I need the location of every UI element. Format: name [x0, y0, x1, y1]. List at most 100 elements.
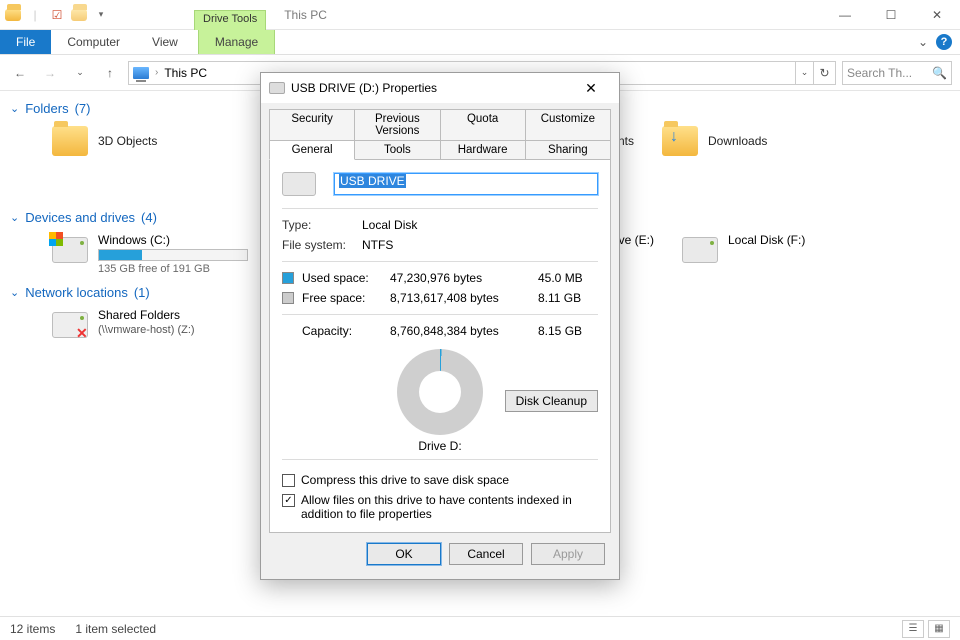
- tab-hardware[interactable]: Hardware: [440, 140, 526, 160]
- drive-icon: [52, 237, 88, 263]
- drive-name-input[interactable]: USB DRIVE: [334, 173, 598, 195]
- quick-access-toolbar: | ☑ ▾: [0, 0, 114, 29]
- search-icon: 🔍: [932, 66, 947, 80]
- folder-3d-objects[interactable]: 3D Objects: [48, 120, 258, 162]
- nav-forward-button[interactable]: →: [38, 61, 62, 85]
- breadcrumb-location[interactable]: This PC: [164, 66, 207, 80]
- group-drives-title: Devices and drives: [25, 210, 135, 225]
- tab-view[interactable]: View: [136, 30, 194, 54]
- refresh-button[interactable]: ↻: [814, 61, 836, 85]
- checkbox-checked-icon: ✓: [282, 494, 295, 507]
- disk-cleanup-button[interactable]: Disk Cleanup: [505, 390, 598, 412]
- compress-checkbox-row[interactable]: Compress this drive to save disk space: [282, 470, 598, 490]
- group-drives-count: (4): [141, 210, 157, 225]
- used-space-hr: 45.0 MB: [538, 271, 598, 285]
- ok-button[interactable]: OK: [367, 543, 441, 565]
- minimize-button[interactable]: ―: [822, 0, 868, 30]
- free-space-label: Free space:: [302, 291, 382, 305]
- ribbon-expand-toggle[interactable]: ⌄: [918, 35, 928, 49]
- drive-icon: [282, 172, 316, 196]
- collapse-icon: ⌄: [10, 211, 19, 224]
- network-label-line1: Shared Folders: [98, 308, 195, 322]
- type-label: Type:: [282, 218, 362, 232]
- index-checkbox-row[interactable]: ✓ Allow files on this drive to have cont…: [282, 490, 598, 524]
- ribbon-tabs: File Computer View Manage ⌄ ?: [0, 30, 960, 55]
- usage-bar: [98, 249, 248, 261]
- address-history-dropdown[interactable]: ⌄: [796, 61, 814, 85]
- checkbox-unchecked-icon: [282, 474, 295, 487]
- nav-up-button[interactable]: ↑: [98, 61, 122, 85]
- search-placeholder: Search Th...: [847, 66, 912, 80]
- collapse-icon: ⌄: [10, 286, 19, 299]
- status-selected-count: 1 item selected: [75, 622, 156, 636]
- view-details-button[interactable]: ☰: [902, 620, 924, 638]
- drive-icon: [269, 82, 285, 94]
- contextual-tab-drive-tools[interactable]: Drive Tools: [194, 10, 266, 30]
- explorer-icon: [4, 6, 22, 24]
- tab-previous-versions[interactable]: Previous Versions: [354, 109, 440, 141]
- disconnected-icon: ✕: [76, 326, 90, 340]
- group-folders-count: (7): [75, 101, 91, 116]
- help-icon[interactable]: ?: [936, 34, 952, 50]
- free-space-hr: 8.11 GB: [538, 291, 598, 305]
- compress-label: Compress this drive to save disk space: [301, 473, 509, 487]
- network-drive-icon: ✕: [52, 312, 88, 338]
- breadcrumb-chevron[interactable]: ›: [155, 67, 158, 78]
- search-input[interactable]: Search Th... 🔍: [842, 61, 952, 85]
- group-network-title: Network locations: [25, 285, 128, 300]
- tab-strip: Security Previous Versions Quota Customi…: [269, 109, 611, 160]
- nav-recent-dropdown[interactable]: ⌄: [68, 61, 92, 85]
- group-network-count: (1): [134, 285, 150, 300]
- cancel-button[interactable]: Cancel: [449, 543, 523, 565]
- tab-panel-general: USB DRIVE Type:Local Disk File system:NT…: [269, 160, 611, 533]
- titlebar: | ☑ ▾ Drive Tools This PC ― ☐ ✕: [0, 0, 960, 30]
- folder-icon: [662, 126, 698, 156]
- qat-customize-dropdown[interactable]: ▾: [92, 6, 110, 24]
- drive-label: Local Disk (F:): [728, 233, 805, 247]
- drive-local-f[interactable]: Local Disk (F:): [678, 229, 928, 279]
- usage-text: 135 GB free of 191 GB: [98, 263, 248, 275]
- capacity-label: Capacity:: [302, 324, 382, 338]
- maximize-button[interactable]: ☐: [868, 0, 914, 30]
- capacity-pie-chart: [397, 349, 483, 435]
- folder-downloads[interactable]: Downloads: [658, 120, 868, 162]
- free-space-bytes: 8,713,617,408 bytes: [390, 291, 530, 305]
- capacity-hr: 8.15 GB: [538, 324, 598, 338]
- new-folder-quickbtn[interactable]: [70, 6, 88, 24]
- window-title: This PC: [284, 8, 327, 22]
- tab-manage[interactable]: Manage: [198, 30, 275, 54]
- properties-dialog: USB DRIVE (D:) Properties ✕ Security Pre…: [260, 72, 620, 580]
- properties-quickbtn[interactable]: ☑: [48, 6, 66, 24]
- close-button[interactable]: ✕: [914, 0, 960, 30]
- view-tiles-button[interactable]: ▦: [928, 620, 950, 638]
- dialog-title: USB DRIVE (D:) Properties: [291, 81, 437, 95]
- free-space-swatch: [282, 292, 294, 304]
- index-label: Allow files on this drive to have conten…: [301, 493, 598, 521]
- network-label-line2: (\\vmware-host) (Z:): [98, 324, 195, 336]
- this-pc-icon: [133, 67, 149, 79]
- filesystem-value: NTFS: [362, 238, 598, 252]
- type-value: Local Disk: [362, 218, 598, 232]
- folder-icon: [52, 126, 88, 156]
- folder-label: 3D Objects: [98, 134, 157, 148]
- tab-general[interactable]: General: [269, 140, 355, 160]
- dialog-titlebar[interactable]: USB DRIVE (D:) Properties ✕: [261, 73, 619, 103]
- drive-label: Windows (C:): [98, 233, 248, 247]
- apply-button[interactable]: Apply: [531, 543, 605, 565]
- nav-back-button[interactable]: ←: [8, 61, 32, 85]
- tab-quota[interactable]: Quota: [440, 109, 526, 141]
- tab-customize[interactable]: Customize: [525, 109, 611, 141]
- tab-tools[interactable]: Tools: [354, 140, 440, 160]
- dialog-close-button[interactable]: ✕: [571, 80, 611, 97]
- tab-sharing[interactable]: Sharing: [525, 140, 611, 160]
- status-item-count: 12 items: [10, 622, 55, 636]
- used-space-bytes: 47,230,976 bytes: [390, 271, 530, 285]
- tab-computer[interactable]: Computer: [51, 30, 136, 54]
- collapse-icon: ⌄: [10, 102, 19, 115]
- used-space-label: Used space:: [302, 271, 382, 285]
- group-folders-title: Folders: [25, 101, 68, 116]
- qat-sep: |: [26, 6, 44, 24]
- tab-security[interactable]: Security: [269, 109, 355, 141]
- tab-file[interactable]: File: [0, 30, 51, 54]
- capacity-bytes: 8,760,848,384 bytes: [390, 324, 530, 338]
